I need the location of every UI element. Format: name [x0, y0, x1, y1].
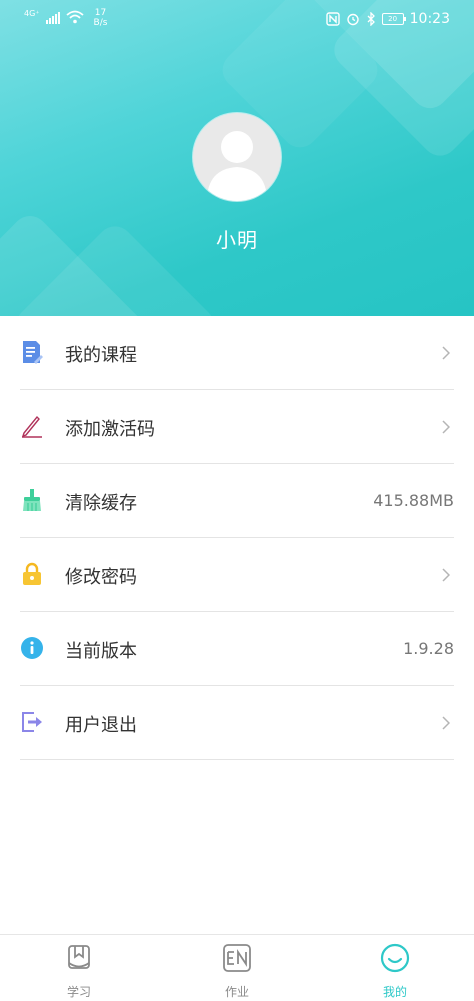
menu-item-my-courses[interactable]: 我的课程 [20, 316, 454, 390]
tab-label: 学习 [66, 985, 91, 999]
chevron-right-icon [442, 346, 450, 360]
network-type: 4G⁺ [24, 9, 40, 18]
menu-item-logout[interactable]: 用户退出 [20, 686, 454, 760]
battery-icon: 20 [381, 13, 406, 25]
menu-item-current-version[interactable]: 当前版本 1.9.28 [20, 612, 454, 686]
menu-item-label: 我的课程 [65, 345, 137, 366]
status-bar: 4G⁺ 17 B/s 20 10:23 [0, 0, 474, 40]
menu-item-change-password[interactable]: 修改密码 [20, 538, 454, 612]
avatar[interactable] [193, 113, 281, 201]
tab-study[interactable]: 学习 [0, 935, 158, 1001]
menu-item-label: 用户退出 [65, 715, 137, 736]
logout-icon [22, 712, 42, 732]
en-icon [223, 944, 251, 972]
menu-item-label: 清除缓存 [65, 493, 137, 514]
book-icon [68, 945, 90, 969]
smile-icon [380, 943, 410, 973]
tab-label: 作业 [224, 985, 249, 999]
username: 小明 [216, 228, 258, 252]
bluetooth-icon [367, 12, 375, 26]
tab-mine[interactable]: 我的 [316, 935, 474, 1001]
alarm-icon [346, 13, 359, 26]
profile-header: 4G⁺ 17 B/s 20 10:23 小明 [0, 0, 474, 316]
menu-item-clear-cache[interactable]: 清除缓存 415.88MB [20, 464, 454, 538]
menu-item-label: 修改密码 [65, 567, 137, 588]
nfc-icon [325, 12, 340, 26]
battery-level: 20 [388, 15, 398, 23]
chevron-right-icon [442, 420, 450, 434]
tab-homework[interactable]: 作业 [158, 935, 316, 1001]
menu-item-add-activation-code[interactable]: 添加激活码 [20, 390, 454, 464]
speed-unit: B/s [93, 18, 108, 28]
settings-menu: 我的课程 添加激活码 清除缓存 415.88MB 修改密码 当前版本 1.9.2… [0, 316, 474, 760]
speed-value: 17 [94, 8, 107, 18]
lock-icon [23, 562, 41, 585]
cache-size: 415.88MB [373, 491, 454, 510]
default-user-icon [207, 131, 267, 201]
version-number: 1.9.28 [403, 639, 454, 658]
bottom-tab-bar: 学习 作业 我的 [0, 934, 474, 1001]
chevron-right-icon [442, 568, 450, 582]
pen-icon [21, 415, 42, 438]
tab-label: 我的 [382, 985, 407, 999]
clock: 10:23 [409, 11, 450, 27]
menu-item-label: 当前版本 [65, 641, 137, 662]
info-icon [21, 637, 43, 659]
broom-icon [23, 489, 41, 511]
network-speed: 17 B/s [94, 8, 108, 28]
menu-item-label: 添加激活码 [65, 419, 155, 440]
course-list-icon [23, 341, 43, 364]
chevron-right-icon [442, 716, 450, 730]
signal-icon [45, 11, 60, 24]
wifi-icon [65, 10, 84, 24]
